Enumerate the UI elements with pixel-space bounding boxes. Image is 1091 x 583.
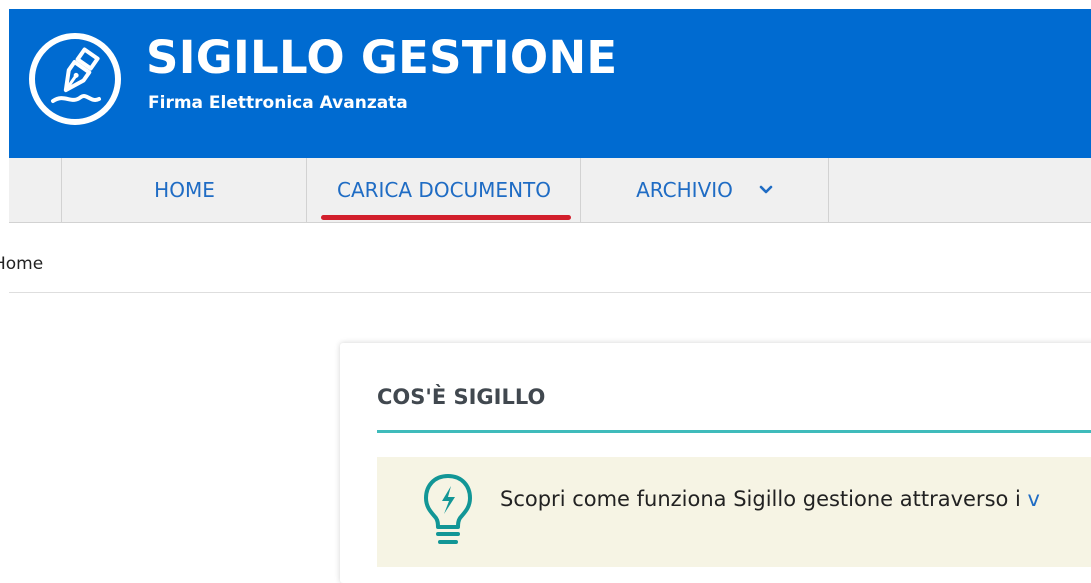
app-header: SIGILLO GESTIONE Firma Elettronica Avanz… [0, 0, 1091, 158]
fountain-pen-signature-icon[interactable] [27, 31, 123, 127]
nav-item-label: ARCHIVIO [636, 178, 733, 202]
nav-item-home[interactable]: HOME [61, 158, 307, 222]
breadcrumb: Home [0, 252, 43, 276]
card-title: COS'È SIGILLO [377, 385, 546, 409]
breadcrumb-item-home[interactable]: Home [0, 252, 43, 276]
active-nav-indicator [321, 215, 571, 220]
lightbulb-icon [418, 470, 478, 550]
breadcrumb-divider [9, 292, 1091, 293]
nav-item-archivio[interactable]: ARCHIVIO [580, 158, 829, 222]
chevron-down-icon[interactable] [759, 185, 773, 195]
notice-link[interactable]: v [1028, 487, 1040, 511]
notice-text: Scopri come funziona Sigillo gestione at… [500, 484, 1040, 514]
nav-item-label: HOME [154, 178, 215, 202]
main-nav: HOME CARICA DOCUMENTO ARCHIVIO [9, 158, 1091, 223]
app-subtitle: Firma Elettronica Avanzata [148, 93, 408, 113]
card-title-underline [377, 430, 1091, 433]
notice-message: Scopri come funziona Sigillo gestione at… [500, 487, 1028, 511]
nav-item-label: CARICA DOCUMENTO [336, 178, 551, 202]
app-title: SIGILLO GESTIONE [146, 31, 618, 84]
nav-item-carica-documento[interactable]: CARICA DOCUMENTO [306, 158, 581, 222]
